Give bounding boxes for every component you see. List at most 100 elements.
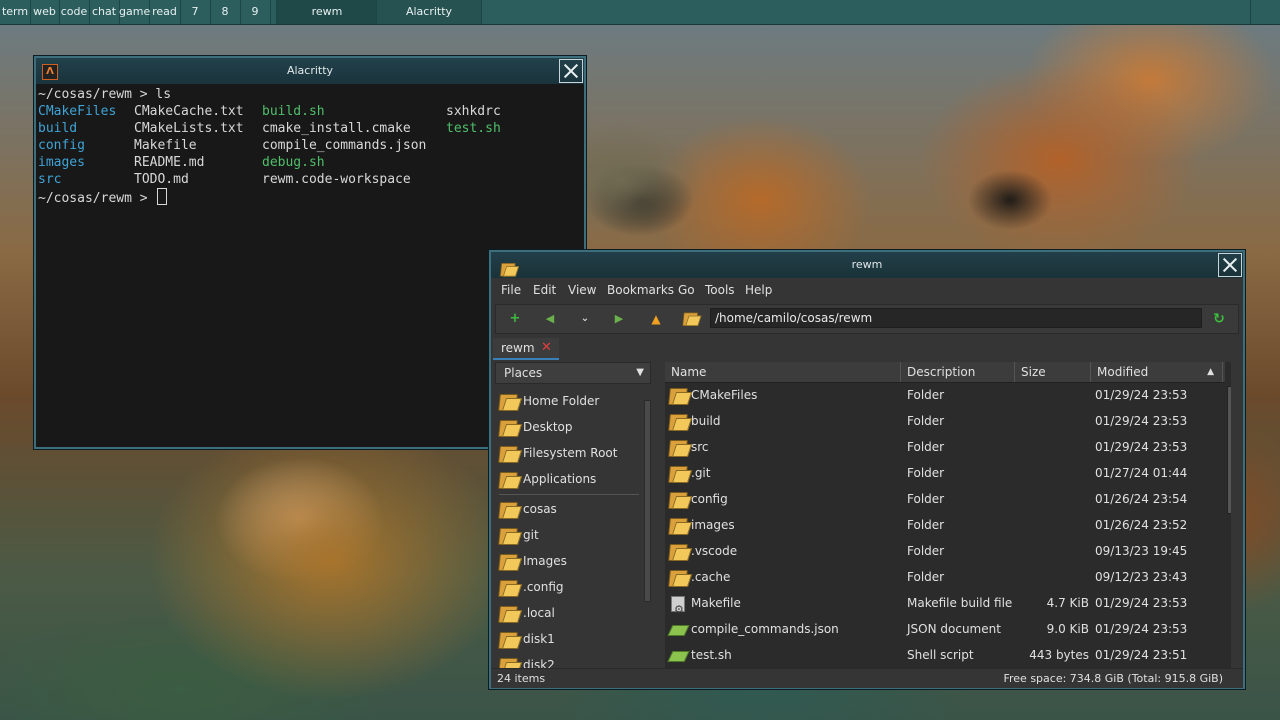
bookmark-images[interactable]: Images xyxy=(495,548,641,574)
folder-icon xyxy=(499,656,519,668)
file-modified: 09/13/23 19:45 xyxy=(1095,544,1188,558)
column-description[interactable]: Description xyxy=(901,362,1015,382)
file-modified: 01/26/24 23:52 xyxy=(1095,518,1188,532)
place-applications[interactable]: Applications xyxy=(495,466,641,492)
folder-icon xyxy=(499,552,519,570)
tab-rewm[interactable]: rewm ✕ xyxy=(493,338,559,360)
file-manager-close-button[interactable] xyxy=(1218,253,1242,277)
table-row[interactable]: .vscode Folder 09/13/23 19:45 xyxy=(665,538,1225,564)
table-row[interactable]: .cache Folder 09/12/23 23:43 xyxy=(665,564,1225,590)
table-row[interactable]: .git Folder 01/27/24 01:44 xyxy=(665,460,1225,486)
place-label: Filesystem Root xyxy=(523,446,618,460)
terminal-line: src TODO.md rewm.code-workspace xyxy=(38,171,582,188)
workspace-code[interactable]: code xyxy=(59,0,90,24)
bookmark-label: Images xyxy=(523,554,567,568)
terminal-entry: Makefile xyxy=(134,138,197,153)
folder-icon xyxy=(669,464,689,482)
place-filesystem-root[interactable]: Filesystem Root xyxy=(495,440,641,466)
table-row[interactable]: compile_commands.json JSON document 01/29/… xyxy=(665,616,1225,642)
applications-icon xyxy=(499,470,519,488)
file-list-scrollbar-thumb[interactable] xyxy=(1227,386,1231,514)
place-home-folder[interactable]: Home Folder xyxy=(495,388,641,414)
bookmark-git[interactable]: git xyxy=(495,522,641,548)
bookmark-config[interactable]: .config xyxy=(495,574,641,600)
column-size[interactable]: Size xyxy=(1015,362,1091,382)
terminal-entry: sxhkdrc xyxy=(446,104,501,119)
workspace-7[interactable]: 7 xyxy=(180,0,211,24)
bookmark-label: .local xyxy=(523,606,555,620)
bookmark-disk1[interactable]: disk1 xyxy=(495,626,641,652)
menu-bookmarks[interactable]: Bookmarks xyxy=(607,278,674,302)
table-row[interactable]: src Folder 01/29/24 23:53 xyxy=(665,434,1225,460)
menu-go[interactable]: Go xyxy=(678,278,695,302)
terminal-titlebar[interactable]: Λ Alacritty xyxy=(36,58,584,84)
terminal-entry: config xyxy=(38,138,85,153)
file-icon xyxy=(669,620,687,638)
history-dropdown-icon[interactable]: ⌄ xyxy=(574,309,596,329)
workspace-read[interactable]: read xyxy=(149,0,181,24)
terminal-close-button[interactable] xyxy=(559,59,583,83)
file-modified: 01/29/24 23:51 xyxy=(1095,648,1188,662)
folder-icon xyxy=(669,542,689,560)
file-manager-titlebar[interactable]: rewm xyxy=(491,252,1243,278)
file-list[interactable]: Name Description Size Modified ▲ CMakeFil… xyxy=(665,362,1231,668)
up-folder-icon[interactable]: ▲ xyxy=(645,309,667,329)
go-refresh-icon[interactable]: ↻ xyxy=(1208,309,1230,329)
place-desktop[interactable]: Desktop xyxy=(495,414,641,440)
status-item-count: 24 items xyxy=(497,672,546,685)
table-row[interactable]: images Folder 01/26/24 23:52 xyxy=(665,512,1225,538)
taskbar-window-rewm[interactable]: rewm xyxy=(276,0,378,24)
table-row[interactable]: config Folder 01/26/24 23:54 xyxy=(665,486,1225,512)
menu-file[interactable]: File xyxy=(501,278,521,302)
table-row[interactable]: test.sh Shell script 01/29/24 23:51 443 byt… xyxy=(665,642,1225,668)
places-header[interactable]: Places ▼ xyxy=(495,362,651,384)
terminal-entry: build.sh xyxy=(262,104,325,119)
file-manager-window[interactable]: rewm File Edit View Bookmarks Go Tools H… xyxy=(489,250,1245,689)
home-folder-icon xyxy=(499,392,519,410)
menu-view[interactable]: View xyxy=(568,278,596,302)
home-folder-icon[interactable] xyxy=(680,309,702,329)
alacritty-icon: Λ xyxy=(42,64,58,80)
workspace-game[interactable]: game xyxy=(119,0,150,24)
file-name: src xyxy=(691,440,709,454)
workspace-9[interactable]: 9 xyxy=(240,0,271,24)
bookmark-local[interactable]: .local xyxy=(495,600,641,626)
file-icon xyxy=(669,646,687,664)
workspace-8[interactable]: 8 xyxy=(210,0,241,24)
table-row[interactable]: CMakeFiles Folder 01/29/24 23:53 xyxy=(665,382,1225,408)
bookmark-disk2[interactable]: disk2 xyxy=(495,652,641,668)
menu-bar: File Edit View Bookmarks Go Tools Help xyxy=(491,278,1243,302)
bookmark-cosas[interactable]: cosas xyxy=(495,496,641,522)
path-input[interactable]: /home/camilo/cosas/rewm xyxy=(710,308,1202,328)
places-scrollbar[interactable] xyxy=(643,388,651,668)
menu-edit[interactable]: Edit xyxy=(533,278,556,302)
file-modified: 01/29/24 23:53 xyxy=(1095,596,1188,610)
workspace-term[interactable]: term xyxy=(0,0,31,24)
table-row[interactable]: build Folder 01/29/24 23:53 xyxy=(665,408,1225,434)
file-name: config xyxy=(691,492,728,506)
column-modified[interactable]: Modified ▲ xyxy=(1091,362,1223,382)
places-scrollbar-thumb[interactable] xyxy=(644,400,651,602)
back-icon[interactable]: ◀ xyxy=(539,309,561,329)
file-name: .git xyxy=(691,466,711,480)
folder-icon xyxy=(669,386,689,404)
terminal-entry: debug.sh xyxy=(262,155,325,170)
taskbar-window-alacritty[interactable]: Alacritty xyxy=(376,0,482,24)
bookmark-label: git xyxy=(523,528,539,542)
terminal-line: build CMakeLists.txt cmake_install.cmake te… xyxy=(38,120,582,137)
file-name: compile_commands.json xyxy=(691,622,839,636)
file-list-scrollbar[interactable] xyxy=(1227,362,1231,668)
workspace-web[interactable]: web xyxy=(30,0,60,24)
terminal-prompt-line[interactable]: ~/cosas/rewm > xyxy=(38,188,582,206)
menu-tools[interactable]: Tools xyxy=(705,278,735,302)
tab-close-icon[interactable]: ✕ xyxy=(541,338,552,358)
forward-icon[interactable]: ▶ xyxy=(608,309,630,329)
column-name[interactable]: Name xyxy=(665,362,901,382)
terminal-entry: TODO.md xyxy=(134,172,189,187)
menu-help[interactable]: Help xyxy=(745,278,772,302)
terminal-entry: README.md xyxy=(134,155,205,170)
top-panel: term web code chat game read 7 8 9 rewm … xyxy=(0,0,1280,25)
workspace-chat[interactable]: chat xyxy=(89,0,120,24)
table-row[interactable]: Makefile Makefile build file 01/29/24 23:5… xyxy=(665,590,1225,623)
new-tab-icon[interactable]: + xyxy=(504,309,526,329)
